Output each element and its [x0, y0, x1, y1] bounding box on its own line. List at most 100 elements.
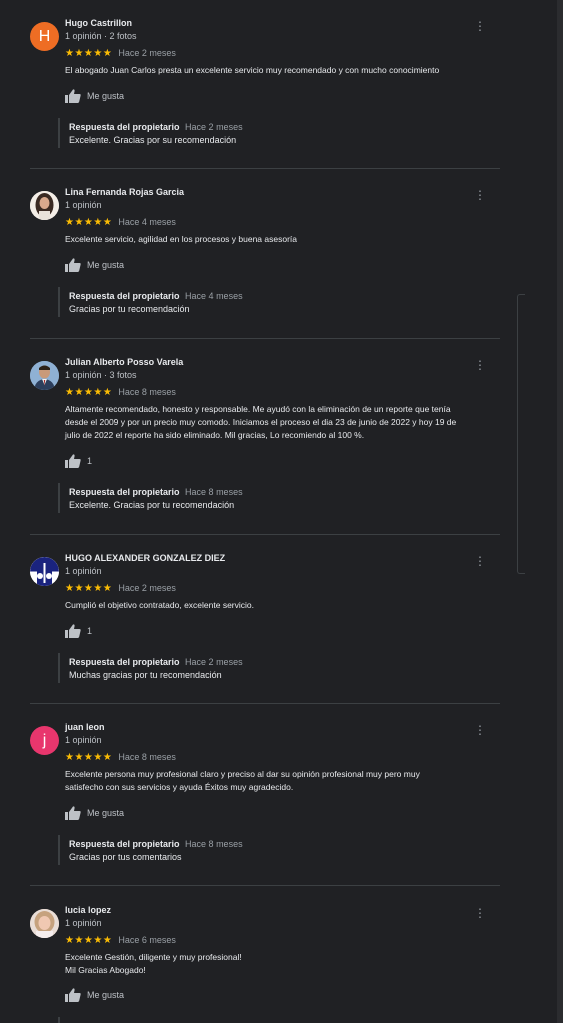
- owner-response-label: Respuesta del propietario: [69, 487, 180, 497]
- owner-response-date: Hace 2 meses: [185, 122, 243, 132]
- avatar-logo: [30, 557, 59, 586]
- avatar-photo: [30, 191, 59, 220]
- owner-response: Respuesta del propietario Hace 2 meses M…: [58, 653, 500, 683]
- like-button[interactable]: 1: [65, 454, 92, 468]
- avatar-photo: [30, 909, 59, 938]
- owner-response: Respuesta del propietario Hace 4 meses G…: [58, 287, 500, 317]
- avatar[interactable]: j: [30, 726, 59, 755]
- owner-response: Respuesta del propietario Hace 8 meses E…: [58, 483, 500, 513]
- owner-response-label: Respuesta del propietario: [69, 839, 180, 849]
- rating-row: ★★★★★ Hace 8 meses: [65, 386, 176, 398]
- thumb-up-icon: [65, 806, 81, 820]
- more-vert-icon[interactable]: ⋮: [474, 723, 486, 737]
- thumb-up-icon: [65, 258, 81, 272]
- star-rating: ★★★★★: [65, 582, 113, 594]
- divider: [30, 338, 500, 339]
- reviewer-meta: 1 opinión · 2 fotos: [65, 31, 137, 41]
- owner-response-label: Respuesta del propietario: [69, 122, 180, 132]
- owner-response-text: Gracias por tus comentarios: [69, 852, 182, 862]
- owner-response-text: Muchas gracias por tu recomendación: [69, 670, 222, 680]
- review-card: j juan leon 1 opinión ★★★★★ Hace 8 meses…: [0, 722, 556, 882]
- like-button[interactable]: Me gusta: [65, 988, 124, 1002]
- review-date: Hace 8 meses: [118, 387, 176, 397]
- like-label: Me gusta: [87, 260, 125, 270]
- owner-response-text: Excelente. Gracias por tu recomendación: [69, 500, 235, 510]
- reviewer-meta: 1 opinión · 3 fotos: [65, 370, 137, 380]
- divider: [30, 534, 500, 535]
- review-card: Julian Alberto Posso Varela 1 opinión · …: [0, 357, 556, 527]
- reviewer-name[interactable]: lucia lopez: [65, 905, 111, 915]
- avatar-letter: j: [42, 731, 47, 749]
- rating-row: ★★★★★ Hace 6 meses: [65, 934, 176, 946]
- like-button[interactable]: Me gusta: [65, 258, 124, 272]
- owner-response: Respuesta del propietario Hace 2 meses E…: [58, 118, 500, 148]
- review-text: Altamente recomendado, honesto y respons…: [65, 404, 457, 440]
- rating-row: ★★★★★ Hace 2 meses: [65, 582, 176, 594]
- owner-response-date: Hace 4 meses: [185, 291, 243, 301]
- star-rating: ★★★★★: [65, 386, 113, 398]
- review-text: Cumplió el objetivo contratado, excelent…: [65, 600, 254, 610]
- divider: [30, 885, 500, 886]
- thumb-up-icon: [65, 89, 81, 103]
- rating-row: ★★★★★ Hace 8 meses: [65, 751, 176, 763]
- reviewer-meta: 1 opinión: [65, 566, 102, 576]
- owner-response-date: Hace 8 meses: [185, 487, 243, 497]
- owner-response: [58, 1017, 500, 1023]
- reviewer-meta: 1 opinión: [65, 735, 102, 745]
- review-card: Lina Fernanda Rojas Garcia 1 opinión ★★★…: [0, 187, 556, 337]
- review-date: Hace 6 meses: [118, 935, 176, 945]
- star-rating: ★★★★★: [65, 751, 113, 763]
- owner-response-text: Gracias por tu recomendación: [69, 304, 190, 314]
- avatar[interactable]: [30, 361, 59, 390]
- more-vert-icon[interactable]: ⋮: [474, 188, 486, 202]
- reviewer-name[interactable]: Julian Alberto Posso Varela: [65, 357, 183, 367]
- owner-response-text: Excelente. Gracias por su recomendación: [69, 135, 237, 145]
- like-count: 1: [87, 626, 93, 636]
- star-rating: ★★★★★: [65, 934, 113, 946]
- thumb-up-icon: [65, 624, 81, 638]
- more-vert-icon[interactable]: ⋮: [474, 554, 486, 568]
- reviewer-name[interactable]: Lina Fernanda Rojas Garcia: [65, 187, 184, 197]
- review-card: HUGO ALEXANDER GONZALEZ DIEZ 1 opinión ★…: [0, 553, 556, 703]
- reviewer-name[interactable]: Hugo Castrillon: [65, 18, 132, 28]
- reviewer-name[interactable]: juan leon: [65, 722, 105, 732]
- avatar-photo: [30, 361, 59, 390]
- like-button[interactable]: Me gusta: [65, 806, 124, 820]
- review-card: H Hugo Castrillon 1 opinión · 2 fotos ★★…: [0, 18, 556, 168]
- rating-row: ★★★★★ Hace 2 meses: [65, 47, 176, 59]
- owner-response-label: Respuesta del propietario: [69, 291, 180, 301]
- like-label: Me gusta: [87, 990, 125, 1000]
- like-button[interactable]: 1: [65, 624, 92, 638]
- review-date: Hace 8 meses: [118, 752, 176, 762]
- more-vert-icon[interactable]: ⋮: [474, 358, 486, 372]
- avatar[interactable]: [30, 909, 59, 938]
- thumb-up-icon: [65, 454, 81, 468]
- review-text: Excelente Gestión, diligente y muy profe…: [65, 952, 242, 975]
- owner-response-date: Hace 2 meses: [185, 657, 243, 667]
- more-vert-icon[interactable]: ⋮: [474, 906, 486, 920]
- avatar[interactable]: [30, 557, 59, 586]
- review-text: Excelente persona muy profesional claro …: [65, 769, 420, 792]
- review-card: lucia lopez 1 opinión ★★★★★ Hace 6 meses…: [0, 905, 556, 1023]
- avatar-letter: H: [38, 27, 51, 45]
- reviewer-meta: 1 opinión: [65, 200, 102, 210]
- star-rating: ★★★★★: [65, 216, 113, 228]
- avatar[interactable]: H: [30, 22, 59, 51]
- review-date: Hace 2 meses: [118, 48, 176, 58]
- reviewer-name[interactable]: HUGO ALEXANDER GONZALEZ DIEZ: [65, 553, 225, 563]
- avatar[interactable]: [30, 191, 59, 220]
- more-vert-icon[interactable]: ⋮: [474, 19, 486, 33]
- review-date: Hace 4 meses: [118, 217, 176, 227]
- divider: [30, 168, 500, 169]
- like-label: Me gusta: [87, 91, 125, 101]
- like-label: Me gusta: [87, 808, 125, 818]
- window-edge: [557, 0, 563, 1023]
- owner-response: Respuesta del propietario Hace 8 meses G…: [58, 835, 500, 865]
- divider: [30, 703, 500, 704]
- owner-response-date: Hace 8 meses: [185, 839, 243, 849]
- like-button[interactable]: Me gusta: [65, 89, 124, 103]
- star-rating: ★★★★★: [65, 47, 113, 59]
- review-text: Excelente servicio, agilidad en los proc…: [65, 234, 297, 244]
- like-count: 1: [87, 456, 93, 466]
- review-date: Hace 2 meses: [118, 583, 176, 593]
